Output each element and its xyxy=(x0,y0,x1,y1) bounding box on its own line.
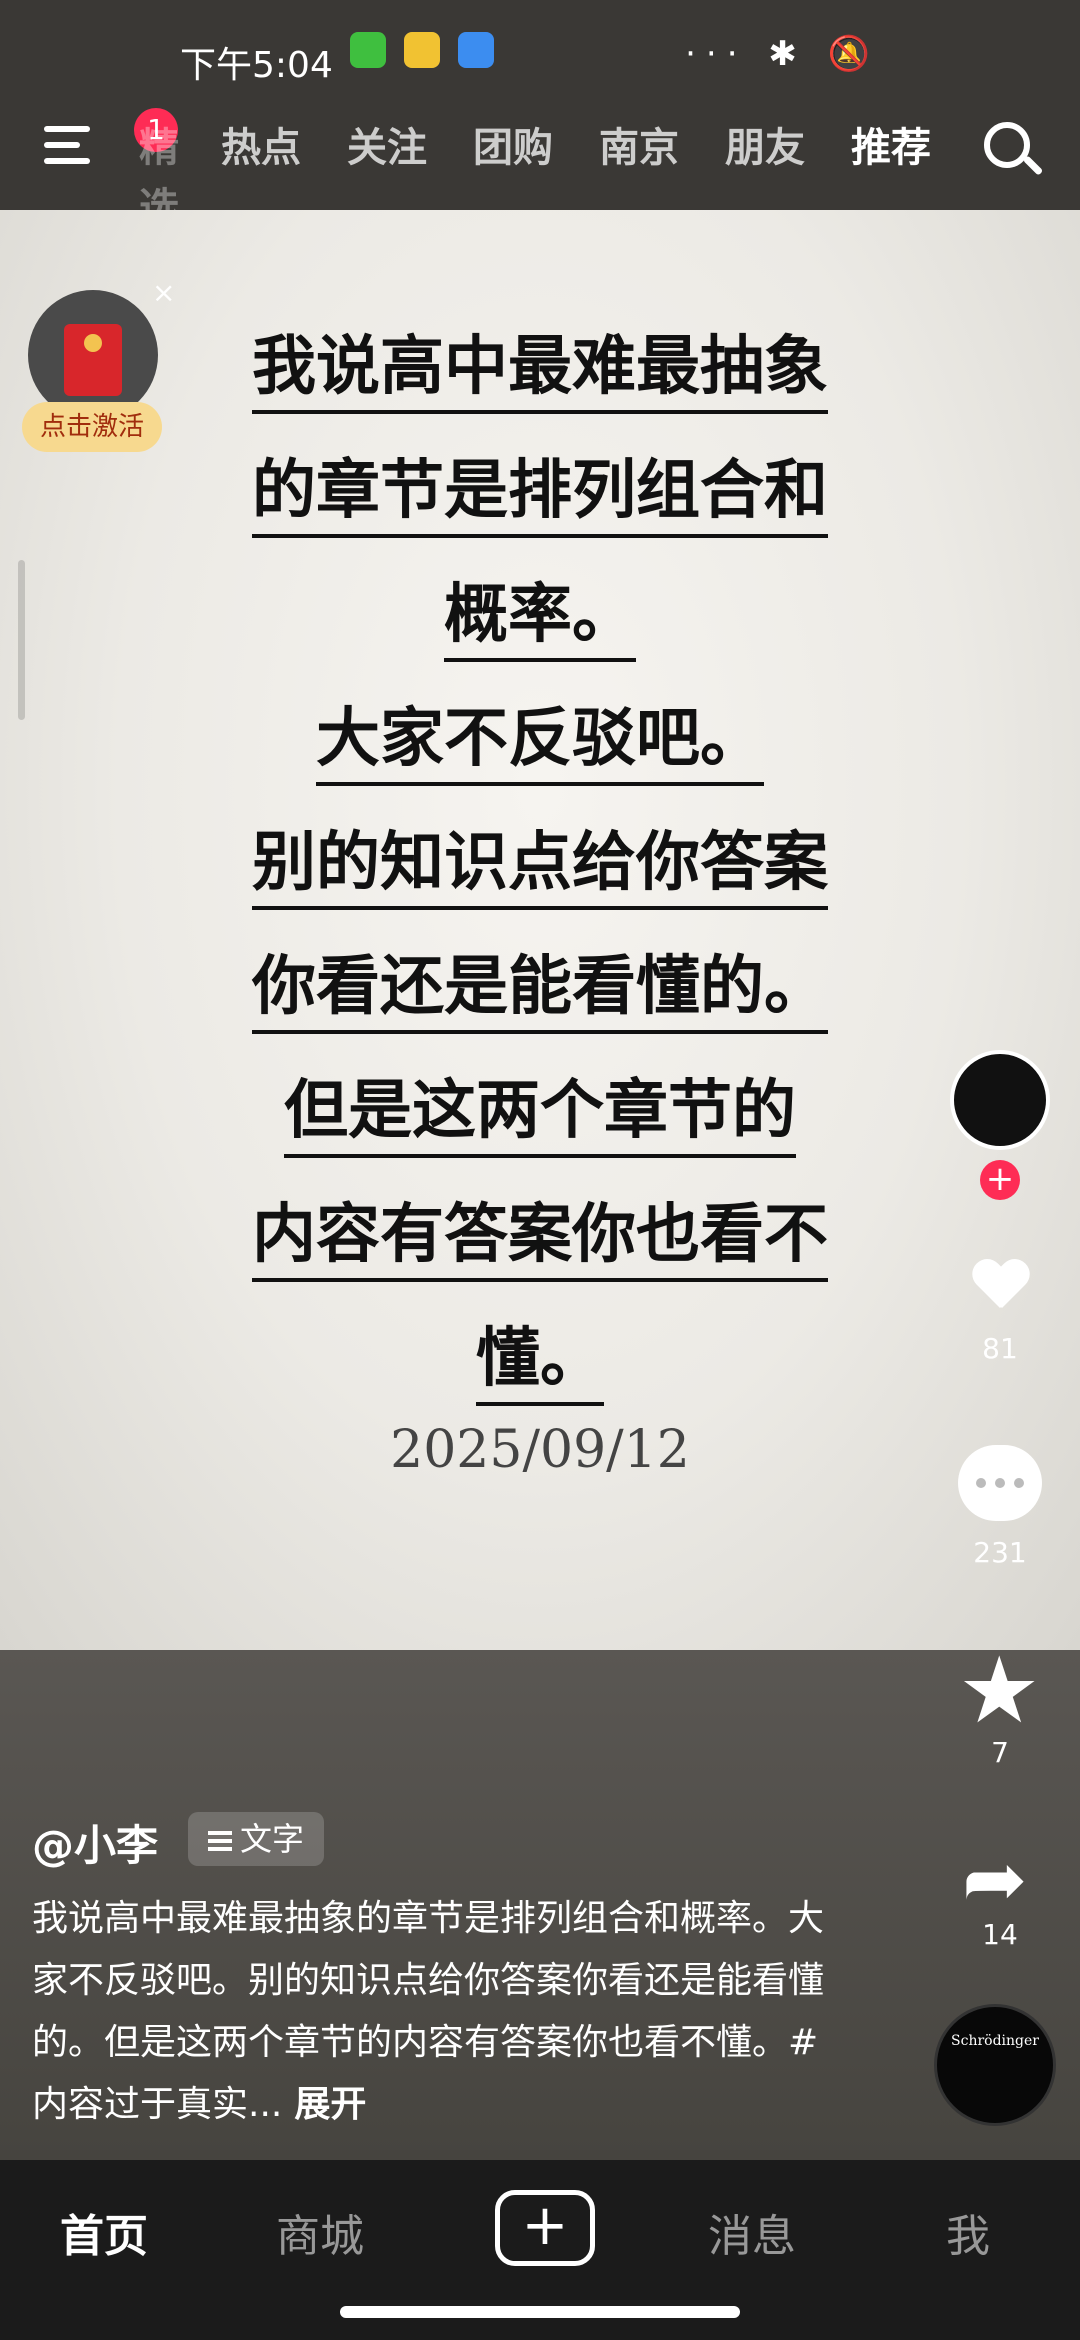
create-plus-button[interactable]: + xyxy=(495,2190,595,2266)
status-right-icons: ··· ✱ 🔕 xyxy=(685,34,880,74)
post-description[interactable]: 我说高中最难最抽象的章节是排列组合和概率。大家不反驳吧。别的知识点给你答案你看还… xyxy=(32,1888,832,2136)
post-image[interactable]: 我说高中最难最抽象 的章节是排列组合和 概率。 大家不反驳吧。 别的知识点给你答… xyxy=(0,210,1080,1650)
app-58-icon xyxy=(404,32,440,68)
menu-icon-line xyxy=(44,158,90,164)
cloud-icon xyxy=(458,32,494,68)
quote-line: 别的知识点给你答案 xyxy=(190,801,890,925)
close-icon[interactable]: × xyxy=(152,276,175,309)
status-app-icons xyxy=(350,32,494,68)
search-icon-handle xyxy=(1022,155,1044,176)
quote-line: 的章节是排列组合和 xyxy=(190,429,890,553)
top-bar: 下午5:04 ··· ✱ 🔕 1 精选 热点 关注 团购 南京 朋友 推荐 xyxy=(0,0,1080,254)
nav-messages[interactable]: 消息 xyxy=(708,2200,796,2264)
nav-mall[interactable]: 商城 xyxy=(276,2200,364,2264)
description-text: 我说高中最难最抽象的章节是排列组合和概率。大家不反驳吧。别的知识点给你答案你看还… xyxy=(32,1898,825,2125)
quote-line: 内容有答案你也看不 xyxy=(190,1173,890,1297)
like-heart-icon[interactable] xyxy=(972,1260,1028,1316)
quote-line: 概率。 xyxy=(190,553,890,677)
text-lines-icon xyxy=(208,1827,232,1855)
quote-line: 但是这两个章节的 xyxy=(190,1049,890,1173)
post-date: 2025/09/12 xyxy=(390,1420,690,1480)
quote-line: 大家不反驳吧。 xyxy=(190,677,890,801)
favorite-count: 7 xyxy=(991,1736,1009,1769)
share-count-wrap: 14 xyxy=(920,1912,1080,1951)
nav-home[interactable]: 首页 xyxy=(60,2200,148,2264)
caption-area: @小李 文字 我说高中最难最抽象的章节是排列组合和概率。大家不反驳吧。别的知识点… xyxy=(0,1650,1080,2160)
share-count: 14 xyxy=(982,1918,1018,1951)
post-quote: 我说高中最难最抽象 的章节是排列组合和 概率。 大家不反驳吧。 别的知识点给你答… xyxy=(190,305,890,1421)
text-type-tag[interactable]: 文字 xyxy=(188,1812,325,1866)
quote-line: 你看还是能看懂的。 xyxy=(190,925,890,1049)
favorite-count-wrap: 7 xyxy=(920,1730,1080,1769)
like-count-wrap: 81 xyxy=(920,1326,1080,1365)
red-envelope-icon xyxy=(64,324,122,396)
comment-count: 231 xyxy=(973,1536,1027,1569)
music-disc[interactable]: Schrödinger xyxy=(934,2004,1056,2126)
activate-label[interactable]: 点击激活 xyxy=(22,402,162,452)
like-count: 81 xyxy=(982,1332,1018,1365)
text-tag-label: 文字 xyxy=(240,1820,305,1858)
top-nav: 1 精选 热点 关注 团购 南京 朋友 推荐 xyxy=(0,108,1080,254)
scroll-indicator xyxy=(18,560,25,720)
follow-button[interactable]: + xyxy=(980,1160,1020,1200)
share-arrow-icon[interactable]: ➦ xyxy=(962,1840,1027,1920)
favorite-star-icon[interactable]: ★ xyxy=(958,1645,1040,1737)
comment-icon[interactable] xyxy=(958,1445,1042,1521)
status-time: 下午5:04 xyxy=(180,45,333,86)
quote-line: 我说高中最难最抽象 xyxy=(190,305,890,429)
menu-icon-line xyxy=(44,126,90,132)
menu-button[interactable]: 1 xyxy=(44,108,178,186)
music-disc-text: Schrödinger xyxy=(951,2033,1039,2049)
quote-line: 懂。 xyxy=(190,1297,890,1421)
author-username[interactable]: @小李 xyxy=(32,1812,158,1873)
red-packet-widget[interactable]: 点击激活 × xyxy=(22,276,175,460)
nav-me[interactable]: 我 xyxy=(946,2200,990,2264)
wechat-icon xyxy=(350,32,386,68)
comment-count-wrap: 231 xyxy=(920,1530,1080,1569)
expand-link[interactable]: 展开 xyxy=(294,2084,366,2125)
menu-icon-line xyxy=(44,142,80,148)
author-avatar[interactable] xyxy=(950,1050,1050,1150)
search-icon[interactable] xyxy=(978,118,1044,184)
home-indicator[interactable] xyxy=(340,2306,740,2318)
